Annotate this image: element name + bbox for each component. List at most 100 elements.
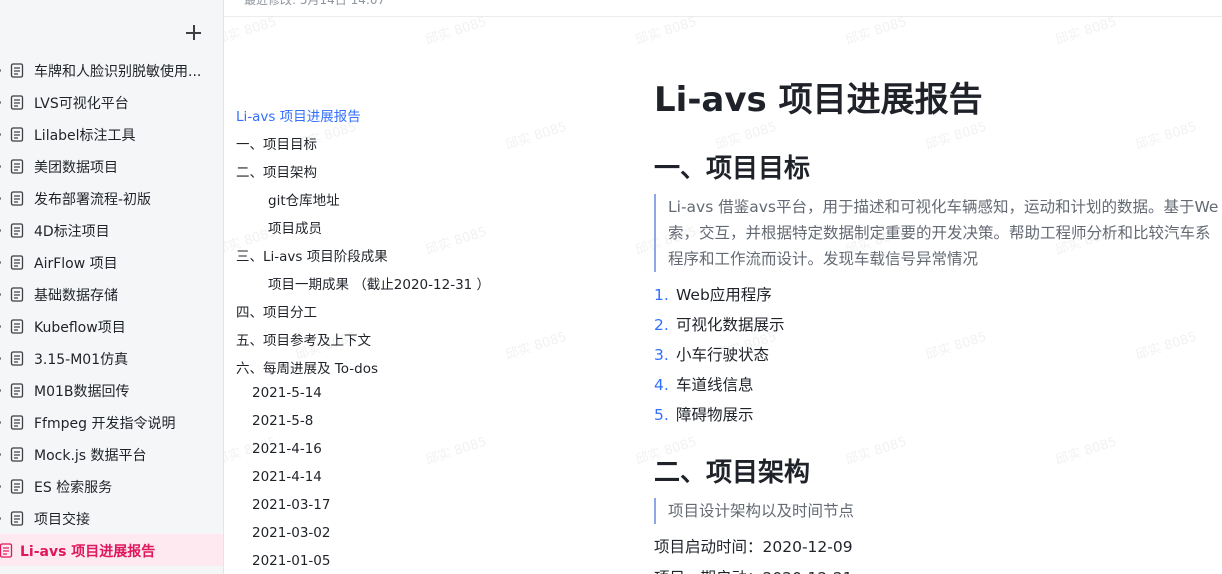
document-icon — [10, 127, 24, 142]
sidebar-doc-item[interactable]: LVS可视化平台 — [0, 86, 223, 118]
sidebar-doc-item[interactable]: 美团数据项目 — [0, 150, 223, 182]
quote-line: 程序和工作流而设计。发现车载信号异常情况 — [668, 250, 979, 268]
document-icon — [10, 479, 24, 494]
sidebar-doc-item[interactable]: Mock.js 数据平台 — [0, 438, 223, 470]
tree-bullet — [0, 165, 1, 168]
document-icon — [10, 287, 24, 302]
document-list: 车牌和人脸识别脱敏使用... LVS可视化平台 Lilabel标注工具美团数据项目发… — [0, 54, 223, 566]
sidebar-doc-label: Lilabel标注工具 — [34, 128, 136, 144]
heading-project-goals: 一、项目目标 — [654, 154, 811, 184]
sidebar-doc-item[interactable]: Ffmpeg 开发指令说明 — [0, 406, 223, 438]
sidebar-doc-label: M01B数据回传 — [34, 384, 130, 400]
tree-bullet — [0, 197, 1, 200]
quote-project-architecture: 项目设计架构以及时间节点 — [654, 498, 854, 524]
toc-item[interactable]: 项目一期成果 （截止2020-12-31 ） — [268, 273, 490, 293]
sidebar-doc-item[interactable]: 3.15-M01仿真 — [0, 342, 223, 374]
watermark-text: 邱实 8085 — [503, 119, 569, 154]
toc-item[interactable]: 2021-01-05 — [252, 553, 330, 569]
document-icon — [10, 415, 24, 430]
toc-item[interactable]: 2021-5-8 — [252, 413, 313, 429]
watermark-text: 邱实 8085 — [423, 434, 489, 469]
list-item: 1. Web应用程序 — [654, 286, 772, 304]
sidebar-doc-label: Li-avs 项目进展报告 — [20, 544, 156, 560]
toc-item[interactable]: 2021-5-14 — [252, 385, 322, 401]
document-icon — [10, 351, 24, 366]
tree-bullet — [0, 357, 1, 360]
tree-bullet — [0, 229, 1, 232]
list-item: 3. 小车行驶状态 — [654, 346, 770, 364]
toc-item[interactable]: 二、项目架构 — [236, 161, 317, 181]
start-time-text: 项目启动时间：2020-12-09 — [654, 538, 853, 556]
sidebar-doc-label: 车牌和人脸识别脱敏使用... — [34, 64, 202, 80]
toc-item[interactable]: 四、项目分工 — [236, 301, 317, 321]
sidebar-doc-label: AirFlow 项目 — [34, 256, 118, 272]
sidebar: 车牌和人脸识别脱敏使用... LVS可视化平台 Lilabel标注工具美团数据项目发… — [0, 0, 224, 574]
sidebar-doc-item[interactable]: AirFlow 项目 — [0, 246, 223, 278]
toc-item[interactable]: 2021-03-02 — [252, 525, 330, 541]
watermark-text: 邱实 8085 — [503, 329, 569, 364]
sidebar-doc-label: 发布部署流程-初版 — [34, 192, 152, 208]
toc-item[interactable]: 一、项目目标 — [236, 133, 317, 153]
tree-bullet — [0, 389, 1, 392]
sidebar-doc-item[interactable]: 基础数据存储 — [0, 278, 223, 310]
document-icon — [10, 447, 24, 462]
sidebar-doc-label: ES 检索服务 — [34, 480, 113, 496]
list-item: 2. 可视化数据展示 — [654, 316, 785, 334]
sidebar-doc-label: LVS可视化平台 — [34, 96, 129, 112]
sidebar-doc-item[interactable]: Li-avs 项目进展报告 — [0, 534, 223, 566]
sidebar-doc-item[interactable]: 车牌和人脸识别脱敏使用... — [0, 54, 223, 86]
main-area: 最近修改: 5月14日 14:07 邱实 8085 邱实 8085 邱实 8085 邱… — [224, 0, 1222, 574]
sidebar-doc-label: 基础数据存储 — [34, 288, 118, 304]
toc-item[interactable]: git仓库地址 — [268, 189, 340, 209]
document-icon — [10, 383, 24, 398]
sidebar-doc-item[interactable]: 发布部署流程-初版 — [0, 182, 223, 214]
sidebar-doc-item[interactable]: Lilabel标注工具 — [0, 118, 223, 150]
list-item: 5. 障碍物展示 — [654, 406, 754, 424]
tree-bullet — [0, 517, 1, 520]
document-icon — [10, 223, 24, 238]
toc-item[interactable]: 2021-4-16 — [252, 441, 322, 457]
document-icon — [10, 159, 24, 174]
last-modified-text: 最近修改: 5月14日 14:07 — [244, 0, 386, 7]
document-icon — [10, 191, 24, 206]
toc-item[interactable]: Li-avs 项目进展报告 — [236, 105, 361, 125]
toc-item[interactable]: 六、每周进展及 To-dos — [236, 357, 378, 377]
tree-bullet — [0, 485, 1, 488]
sidebar-doc-item[interactable]: Kubeflow项目 — [0, 310, 223, 342]
document-icon — [10, 255, 24, 270]
document-icon — [10, 511, 24, 526]
heading-project-architecture: 二、项目架构 — [654, 458, 811, 488]
quote-project-goals: Li-avs 借鉴avs平台，用于描述和可视化车辆感知，运动和计划的数据。基于W… — [654, 194, 1218, 272]
toc-item[interactable]: 五、项目参考及上下文 — [236, 329, 371, 349]
tree-bullet — [0, 453, 1, 456]
phase1-text: 项目一期启动：2020-12-21 — [654, 566, 853, 574]
document-icon — [0, 543, 13, 558]
document-icon — [10, 95, 24, 110]
tree-bullet — [0, 325, 1, 328]
toc-item[interactable]: 项目成员 — [268, 217, 322, 237]
sidebar-doc-item[interactable]: M01B数据回传 — [0, 374, 223, 406]
sidebar-doc-label: Mock.js 数据平台 — [34, 448, 147, 464]
document-body: Li-avs 项目进展报告 一、项目目标 Li-avs 借鉴avs平台，用于描述… — [654, 0, 1222, 574]
sidebar-doc-label: 4D标注项目 — [34, 224, 110, 240]
sidebar-doc-label: 3.15-M01仿真 — [34, 352, 129, 368]
document-icon — [10, 63, 24, 78]
add-document-button[interactable] — [183, 22, 205, 44]
tree-bullet — [0, 133, 1, 136]
toc-item[interactable]: 2021-4-14 — [252, 469, 322, 485]
tree-bullet — [0, 69, 1, 72]
toc-item[interactable]: 2021-03-17 — [252, 497, 330, 513]
sidebar-doc-label: Ffmpeg 开发指令说明 — [34, 416, 176, 432]
sidebar-doc-item[interactable]: 4D标注项目 — [0, 214, 223, 246]
tree-bullet — [0, 261, 1, 264]
sidebar-doc-item[interactable]: ES 检索服务 — [0, 470, 223, 502]
toc-item[interactable]: 三、Li-avs 项目阶段成果 — [236, 245, 388, 265]
tree-bullet — [0, 421, 1, 424]
quote-line: 索，交互，并根据特定数据制定重要的开发决策。帮助工程师分析和比较汽车系 — [668, 224, 1211, 242]
quote-line: Li-avs 借鉴avs平台，用于描述和可视化车辆感知，运动和计划的数据。基于W… — [668, 198, 1219, 216]
watermark-text: 邱实 8085 — [423, 224, 489, 259]
tree-bullet — [0, 293, 1, 296]
tree-bullet — [0, 101, 1, 104]
list-item: 4. 车道线信息 — [654, 376, 754, 394]
sidebar-doc-item[interactable]: 项目交接 — [0, 502, 223, 534]
